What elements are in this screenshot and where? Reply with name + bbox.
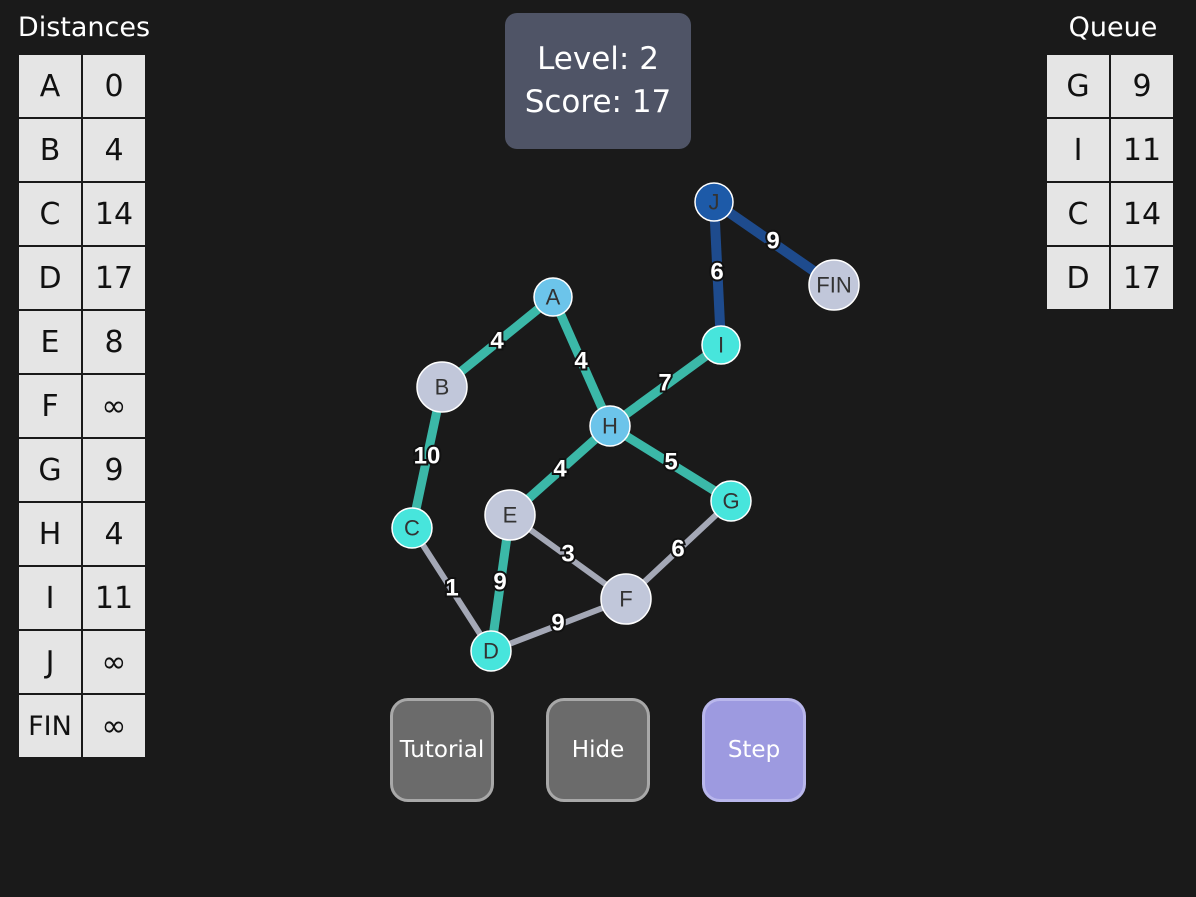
node-e[interactable]: E bbox=[484, 489, 536, 541]
node-label: B bbox=[435, 375, 450, 400]
tutorial-button[interactable]: Tutorial bbox=[390, 698, 494, 802]
node-label: C bbox=[404, 516, 420, 541]
edge-weight-label: 3 bbox=[561, 541, 574, 568]
node-j[interactable]: J bbox=[694, 182, 734, 222]
node-label: A bbox=[546, 285, 561, 310]
hide-button[interactable]: Hide bbox=[546, 698, 650, 802]
edge-weight-label: 4 bbox=[490, 328, 504, 355]
node-i[interactable]: I bbox=[701, 325, 741, 365]
node-f[interactable]: F bbox=[600, 573, 652, 625]
node-label: G bbox=[722, 489, 739, 514]
node-c[interactable]: C bbox=[391, 507, 433, 549]
node-label: FIN bbox=[816, 273, 851, 298]
node-g[interactable]: G bbox=[710, 480, 752, 522]
edge-weight-label: 9 bbox=[551, 610, 564, 637]
node-label: F bbox=[619, 587, 632, 612]
node-label: H bbox=[602, 414, 618, 439]
edge-weight-label: 6 bbox=[710, 259, 723, 286]
edge-weight-label: 4 bbox=[553, 456, 567, 483]
step-button[interactable]: Step bbox=[702, 698, 806, 802]
edge-weight-label: 10 bbox=[414, 443, 441, 470]
node-h[interactable]: H bbox=[589, 405, 631, 447]
node-a[interactable]: A bbox=[533, 277, 573, 317]
edge-weight-label: 4 bbox=[574, 348, 588, 375]
node-b[interactable]: B bbox=[416, 361, 468, 413]
node-label: E bbox=[503, 503, 518, 528]
node-fin[interactable]: FIN bbox=[808, 259, 860, 311]
node-d[interactable]: D bbox=[470, 630, 512, 672]
edge-weight-label: 1 bbox=[445, 575, 458, 602]
edge-weight-label: 9 bbox=[493, 569, 506, 596]
edge-weight-label: 5 bbox=[664, 449, 677, 476]
edge-weight-label: 9 bbox=[766, 228, 779, 255]
node-label: D bbox=[483, 639, 499, 664]
node-label: J bbox=[709, 190, 720, 215]
edge-weight-label: 6 bbox=[671, 536, 684, 563]
node-label: I bbox=[718, 333, 724, 358]
edge-weight-label: 7 bbox=[658, 370, 671, 397]
